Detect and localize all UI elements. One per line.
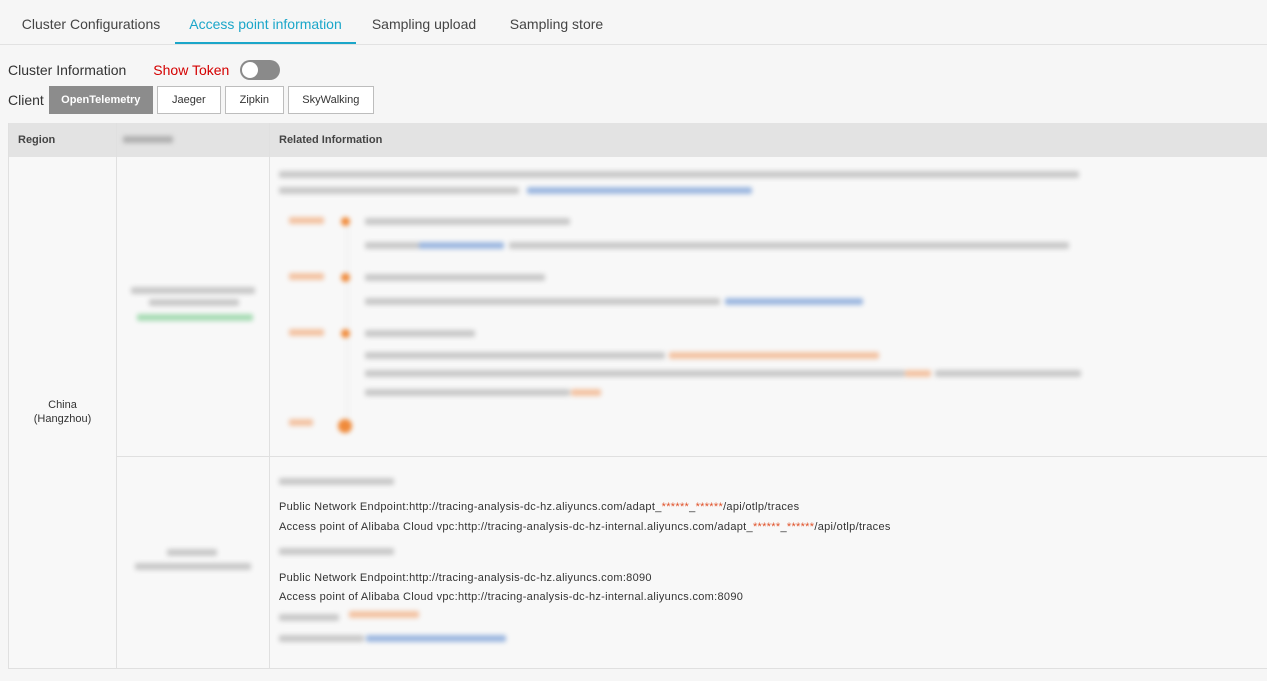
- client-zipkin-button[interactable]: Zipkin: [224, 86, 284, 114]
- header-blurred: [123, 123, 183, 157]
- client-row: Client OpenTelemetry Jaeger Zipkin SkyWa…: [8, 86, 374, 114]
- grpc-vpc-endpoint: Access point of Alibaba Cloud vpc:http:/…: [279, 591, 744, 603]
- column-divider: [116, 123, 117, 668]
- client-label: Client: [8, 92, 44, 108]
- grpc-public-endpoint: Public Network Endpoint:http://tracing-a…: [279, 572, 652, 584]
- tab-cluster-configurations[interactable]: Cluster Configurations: [18, 0, 164, 43]
- client-jaeger-button[interactable]: Jaeger: [156, 86, 221, 114]
- region-cell: China (Hangzhou): [33, 399, 92, 425]
- cluster-info-label: Cluster Information: [8, 62, 127, 78]
- header-region: Region: [18, 134, 56, 146]
- show-token-toggle[interactable]: [240, 60, 281, 80]
- header-related-information: Related Information: [279, 134, 383, 146]
- tab-bar: Cluster Configurations Access point info…: [0, 0, 1267, 45]
- tab-sampling-store[interactable]: Sampling store: [503, 0, 610, 43]
- tab-access-point-information[interactable]: Access point information: [175, 0, 356, 44]
- access-point-table: Region Related Information China (Hangzh…: [8, 123, 1267, 669]
- tab-sampling-upload[interactable]: Sampling upload: [366, 0, 482, 43]
- column-divider: [269, 123, 270, 668]
- http-vpc-endpoint: Access point of Alibaba Cloud vpc:http:/…: [279, 521, 891, 533]
- show-token-label: Show Token: [153, 62, 230, 78]
- row-divider: [116, 456, 1267, 457]
- toggle-knob: [242, 62, 259, 78]
- client-opentelemetry-button[interactable]: OpenTelemetry: [48, 86, 153, 114]
- steps-timeline-line: [347, 223, 348, 433]
- http-public-endpoint: Public Network Endpoint:http://tracing-a…: [279, 501, 800, 513]
- client-skywalking-button[interactable]: SkyWalking: [287, 86, 374, 114]
- cluster-info-row: Cluster Information Show Token: [8, 60, 281, 80]
- table-header: Region Related Information: [9, 123, 1267, 157]
